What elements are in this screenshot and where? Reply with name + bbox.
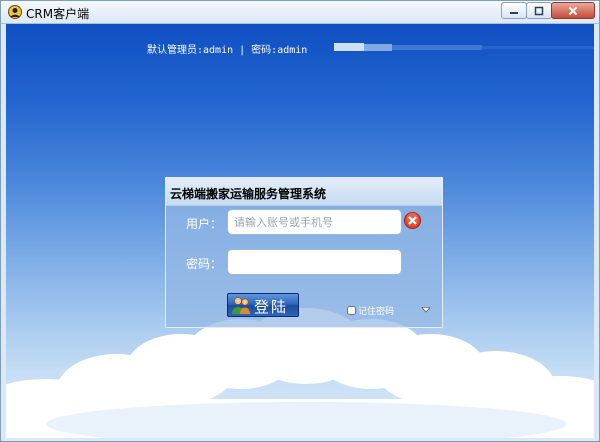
user-label: 用户：	[186, 217, 223, 231]
login-panel: 云梯端搬家运输服务管理系统 用户： 密码： 登陆	[165, 177, 443, 328]
app-logo-icon	[8, 5, 22, 19]
system-title: 云梯端搬家运输服务管理系统	[170, 187, 327, 201]
username-input[interactable]	[227, 209, 402, 235]
minimize-icon	[510, 11, 518, 14]
app-window: CRM客户端 默认管理员:admin | 密码:admin 云梯端搬家运输服务管…	[0, 0, 600, 442]
close-button[interactable]	[551, 2, 595, 19]
close-icon	[568, 6, 578, 15]
login-button[interactable]: 登陆	[227, 293, 299, 317]
clear-input-icon[interactable]	[404, 212, 421, 229]
chevron-down-icon[interactable]	[421, 306, 431, 314]
remember-password-checkbox[interactable]	[347, 306, 356, 315]
login-button-label: 登陆	[254, 298, 289, 316]
window-title: CRM客户端	[26, 7, 90, 21]
window-controls	[501, 2, 595, 20]
password-label: 密码：	[186, 257, 223, 271]
title-bar[interactable]: CRM客户端	[1, 1, 599, 24]
login-background: 默认管理员:admin | 密码:admin 云梯端搬家运输服务管理系统 用户：…	[6, 24, 594, 438]
login-panel-header: 云梯端搬家运输服务管理系统	[166, 178, 442, 206]
users-icon	[232, 297, 250, 314]
maximize-icon	[534, 6, 544, 15]
minimize-button[interactable]	[501, 2, 527, 19]
password-input[interactable]	[227, 249, 402, 275]
remember-password[interactable]: 记住密码	[347, 304, 394, 317]
maximize-button[interactable]	[526, 2, 552, 19]
remember-password-label: 记住密码	[358, 307, 395, 317]
